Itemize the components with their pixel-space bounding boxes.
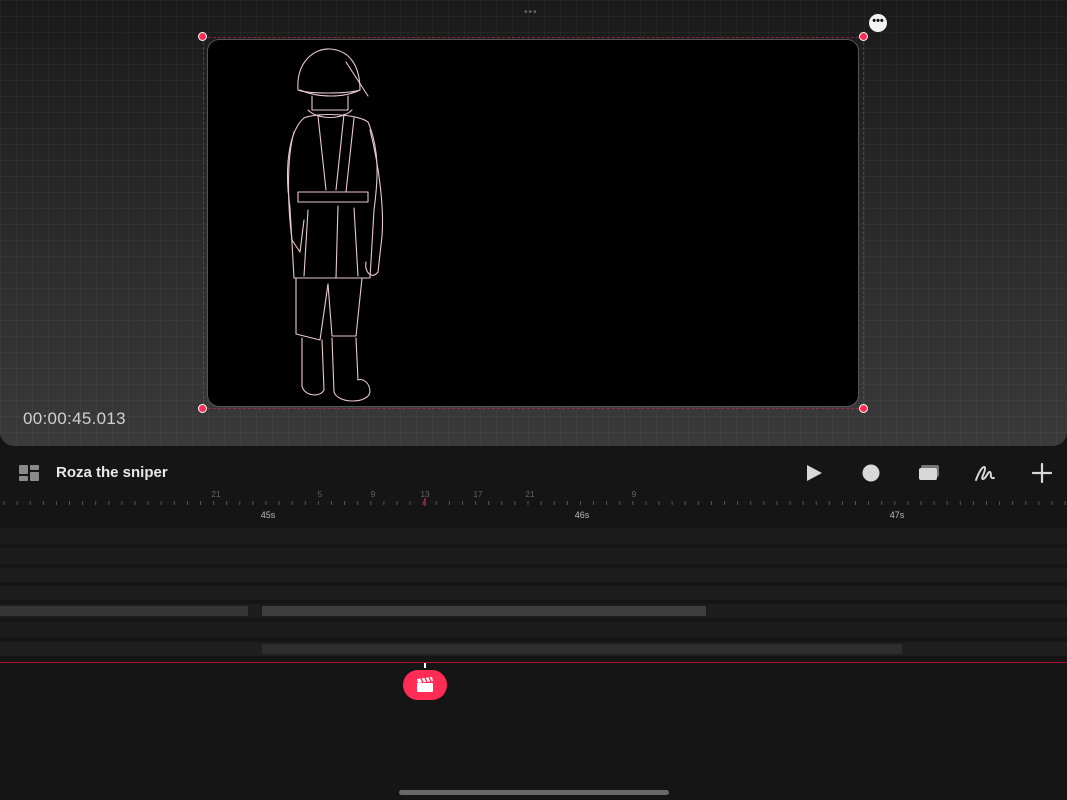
draw-icon[interactable] xyxy=(974,462,996,484)
resize-handle-bottom-right[interactable] xyxy=(859,404,868,413)
ruler-second-label: 47s xyxy=(889,510,905,520)
timeline-track[interactable] xyxy=(0,528,1067,544)
timecode: 00:00:45.013 xyxy=(23,409,126,428)
playhead-marker[interactable] xyxy=(424,663,426,668)
resize-handle-top-left[interactable] xyxy=(198,32,207,41)
timeline-track[interactable] xyxy=(0,622,1067,638)
record-icon[interactable] xyxy=(860,462,882,484)
canvas-viewer: ••• ••• 00:00:45.013 xyxy=(0,0,1067,446)
timeline-track[interactable] xyxy=(0,568,1067,582)
clapperboard-icon xyxy=(417,677,433,692)
ruler-second-label: 45s xyxy=(260,510,276,520)
timeline-clip[interactable] xyxy=(0,606,248,616)
play-icon[interactable] xyxy=(803,462,825,484)
layout-icon[interactable] xyxy=(19,465,39,481)
timeline-track[interactable] xyxy=(0,604,1067,618)
project-title[interactable]: Roza the sniper xyxy=(56,464,168,481)
resize-handle-top-right[interactable] xyxy=(859,32,868,41)
timeline-track[interactable] xyxy=(0,642,1067,656)
add-icon[interactable] xyxy=(1031,462,1053,484)
layers-icon[interactable] xyxy=(918,462,940,484)
playhead-line xyxy=(0,662,1067,663)
clapperboard-button[interactable] xyxy=(403,670,447,700)
ruler-frame-label: 21 xyxy=(211,490,221,499)
resize-handle-bottom-left[interactable] xyxy=(198,404,207,413)
timeline-clip[interactable] xyxy=(262,644,902,654)
timeline-clip[interactable] xyxy=(262,606,706,616)
timeline-track[interactable] xyxy=(0,548,1067,564)
timeline-track[interactable] xyxy=(0,586,1067,600)
home-indicator[interactable] xyxy=(399,790,669,795)
ruler-frame-label: 9 xyxy=(370,490,376,499)
ruler-frame-label: 21 xyxy=(525,490,535,499)
more-options-icon[interactable]: ••• xyxy=(869,14,887,32)
ruler-frame-label: 5 xyxy=(317,490,323,499)
ruler-frame-label: 13 xyxy=(420,490,430,499)
ruler-second-label: 46s xyxy=(574,510,590,520)
ruler-frame-label: 9 xyxy=(631,490,637,499)
drag-handle-dots[interactable]: ••• xyxy=(524,7,538,18)
ruler-frame-label: 17 xyxy=(473,490,483,499)
soldier-sketch xyxy=(287,48,384,402)
artwork-frame[interactable] xyxy=(207,39,859,407)
